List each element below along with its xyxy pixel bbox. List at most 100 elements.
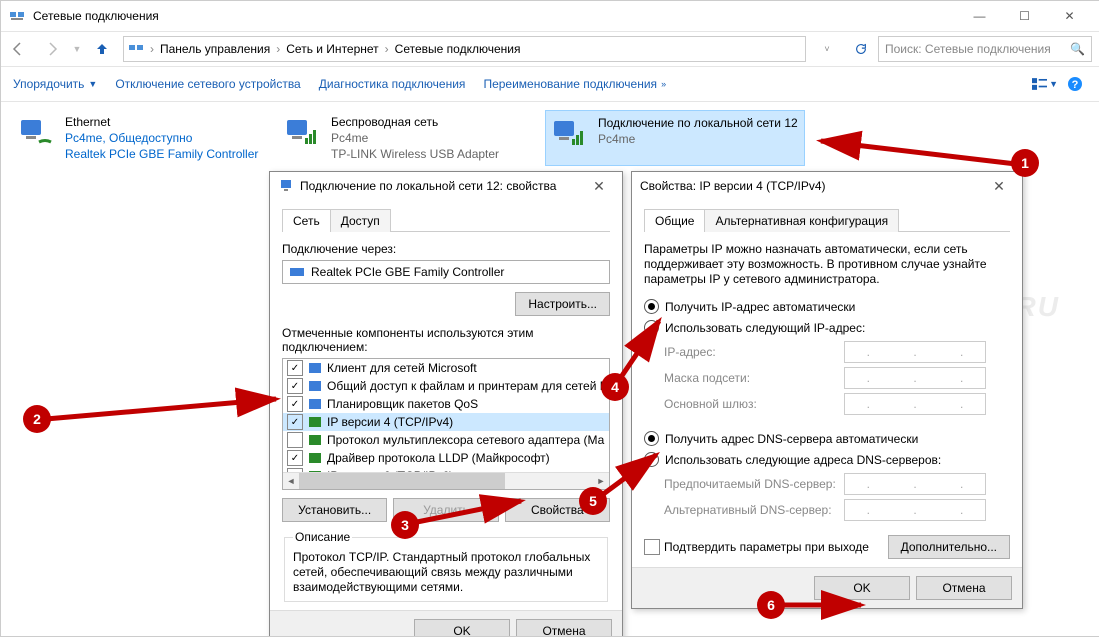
breadcrumb-item[interactable]: Сетевые подключения	[395, 42, 521, 56]
cancel-button[interactable]: Отмена	[916, 576, 1012, 600]
component-label: Общий доступ к файлам и принтерам для се…	[327, 379, 610, 393]
close-button[interactable]: ✕	[1047, 1, 1092, 31]
gateway-input: ...	[844, 393, 986, 415]
nav-back-button[interactable]	[1, 34, 35, 64]
confirm-checkbox[interactable]	[644, 539, 660, 555]
adapter-field: Realtek PCIe GBE Family Controller	[282, 260, 610, 284]
breadcrumb-dropdown[interactable]: ˅	[810, 34, 844, 64]
connection-device: TP-LINK Wireless USB Adapter	[331, 146, 499, 162]
install-button[interactable]: Установить...	[282, 498, 387, 522]
tab-network[interactable]: Сеть	[282, 209, 331, 232]
close-icon[interactable]: ✕	[984, 178, 1014, 195]
cancel-button[interactable]: Отмена	[516, 619, 612, 637]
ethernet-icon	[17, 114, 57, 154]
checkbox-icon[interactable]: ✓	[287, 414, 303, 430]
connection-status: Pc4me	[598, 131, 798, 147]
connection-status: Pc4me, Общедоступно	[65, 130, 258, 146]
component-row[interactable]: ✓ Драйвер протокола LLDP (Майкрософт)	[283, 449, 609, 467]
connection-item-local-12[interactable]: Подключение по локальной сети 12 Pc4me	[545, 110, 805, 166]
radio-ip-auto[interactable]: Получить IP-адрес автоматически	[644, 299, 1010, 314]
breadcrumb[interactable]: › Панель управления › Сеть и Интернет › …	[123, 36, 806, 62]
network-connections-window: Сетевые подключения — ☐ ✕ ▼ › Панель упр…	[0, 0, 1099, 637]
checkbox-icon[interactable]: ✓	[287, 378, 303, 394]
tab-general[interactable]: Общие	[644, 209, 705, 232]
scroll-left-button[interactable]: ◄	[283, 473, 299, 489]
toolbar: Упорядочить▼ Отключение сетевого устройс…	[1, 67, 1099, 102]
nav-up-button[interactable]	[85, 34, 119, 64]
dns2-label: Альтернативный DNS-сервер:	[664, 503, 844, 517]
dialog-title: Подключение по локальной сети 12: свойст…	[300, 179, 584, 193]
listbox-scrollbar-horizontal[interactable]: ◄ ►	[283, 472, 609, 489]
close-icon[interactable]: ✕	[584, 178, 614, 195]
network-icon	[278, 178, 294, 194]
description-label: Описание	[293, 530, 352, 544]
component-row[interactable]: ✓ Общий доступ к файлам и принтерам для с…	[283, 377, 609, 395]
rename-button[interactable]: Переименование подключения»	[483, 77, 666, 91]
checkbox-icon[interactable]: ✓	[287, 396, 303, 412]
radio-icon	[644, 452, 659, 467]
protocol-icon	[307, 432, 323, 448]
step-marker-6: 6	[757, 591, 785, 619]
tab-access[interactable]: Доступ	[330, 209, 391, 232]
components-listbox[interactable]: ✓ Клиент для сетей Microsoft ✓ Общий доступ…	[282, 358, 610, 490]
protocol-icon	[307, 360, 323, 376]
titlebar: Сетевые подключения — ☐ ✕	[1, 1, 1099, 31]
component-row[interactable]: ✓ Клиент для сетей Microsoft	[283, 359, 609, 377]
tab-alt-config[interactable]: Альтернативная конфигурация	[704, 209, 899, 232]
component-label: Драйвер протокола LLDP (Майкрософт)	[327, 451, 550, 465]
connections-list: Ethernet Pc4me, Общедоступно Realtek PCI…	[1, 102, 1099, 174]
component-row[interactable]: ✓ IP версии 4 (TCP/IPv4)	[283, 413, 609, 431]
disable-device-button[interactable]: Отключение сетевого устройства	[115, 77, 300, 91]
network-connections-icon	[128, 41, 144, 57]
ip-address-input: ...	[844, 341, 986, 363]
dns1-input: ...	[844, 473, 986, 495]
radio-icon	[644, 320, 659, 335]
radio-dns-manual[interactable]: Использовать следующие адреса DNS-сервер…	[644, 452, 1010, 467]
refresh-button[interactable]	[844, 34, 878, 64]
breadcrumb-item[interactable]: Панель управления	[160, 42, 270, 56]
view-options-button[interactable]: ▼	[1032, 71, 1058, 97]
component-label: Планировщик пакетов QoS	[327, 397, 478, 411]
nav-forward-button[interactable]	[35, 34, 69, 64]
dns1-label: Предпочитаемый DNS-сервер:	[664, 477, 844, 491]
ok-button[interactable]: OK	[814, 576, 910, 600]
maximize-button[interactable]: ☐	[1002, 1, 1047, 31]
wifi-icon	[550, 115, 590, 155]
advanced-button[interactable]: Дополнительно...	[888, 535, 1010, 559]
minimize-button[interactable]: —	[957, 1, 1002, 31]
search-placeholder: Поиск: Сетевые подключения	[885, 42, 1070, 56]
window-title: Сетевые подключения	[33, 9, 957, 23]
ok-button[interactable]: OK	[414, 619, 510, 637]
component-label: Клиент для сетей Microsoft	[327, 361, 477, 375]
breadcrumb-item[interactable]: Сеть и Интернет	[286, 42, 378, 56]
adapter-icon	[289, 264, 305, 280]
nav-history-dropdown[interactable]: ▼	[69, 34, 85, 64]
gateway-label: Основной шлюз:	[664, 397, 844, 411]
component-row[interactable]: Протокол мультиплексора сетевого адаптер…	[283, 431, 609, 449]
checkbox-icon[interactable]	[287, 432, 303, 448]
subnet-mask-label: Маска подсети:	[664, 371, 844, 385]
search-input[interactable]: Поиск: Сетевые подключения 🔍	[878, 36, 1092, 62]
dialog-titlebar[interactable]: Подключение по локальной сети 12: свойст…	[270, 172, 622, 200]
radio-dns-auto[interactable]: Получить адрес DNS-сервера автоматически	[644, 431, 1010, 446]
configure-button[interactable]: Настроить...	[515, 292, 610, 316]
dialog-titlebar[interactable]: Свойства: IP версии 4 (TCP/IPv4) ✕	[632, 172, 1022, 200]
navbar: ▼ › Панель управления › Сеть и Интернет …	[1, 31, 1099, 67]
connection-status: Pc4me	[331, 130, 499, 146]
radio-icon	[644, 299, 659, 314]
help-button[interactable]: ?	[1062, 71, 1088, 97]
connect-using-label: Подключение через:	[282, 242, 610, 256]
component-label: Протокол мультиплексора сетевого адаптер…	[327, 433, 604, 447]
connection-device: Realtek PCIe GBE Family Controller	[65, 146, 258, 162]
step-marker-2: 2	[23, 405, 51, 433]
description-text: Протокол TCP/IP. Стандартный протокол гл…	[293, 550, 599, 595]
connection-item-wireless[interactable]: Беспроводная сеть Pc4me TP-LINK Wireless…	[279, 110, 537, 166]
checkbox-icon[interactable]: ✓	[287, 360, 303, 376]
radio-ip-manual[interactable]: Использовать следующий IP-адрес:	[644, 320, 1010, 335]
connection-item-ethernet[interactable]: Ethernet Pc4me, Общедоступно Realtek PCI…	[13, 110, 271, 166]
checkbox-icon[interactable]: ✓	[287, 450, 303, 466]
diagnose-button[interactable]: Диагностика подключения	[319, 77, 466, 91]
organize-menu[interactable]: Упорядочить▼	[13, 77, 97, 91]
component-row[interactable]: ✓ Планировщик пакетов QoS	[283, 395, 609, 413]
component-label: IP версии 4 (TCP/IPv4)	[327, 415, 453, 429]
